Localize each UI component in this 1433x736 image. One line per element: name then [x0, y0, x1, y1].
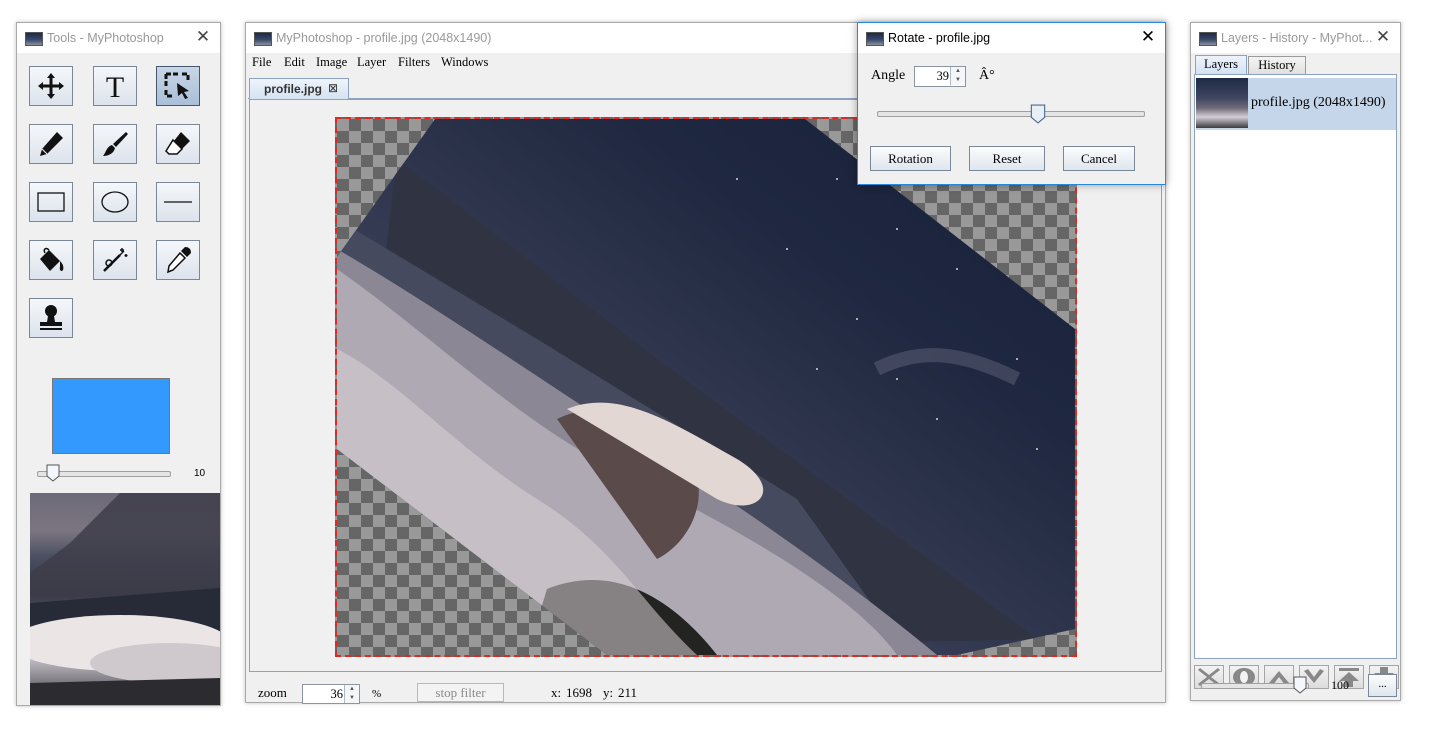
zoom-value: 36 — [330, 687, 344, 701]
tab-label: profile.jpg — [264, 82, 322, 96]
pencil-icon — [40, 132, 63, 156]
zoom-spinner[interactable]: 36 ▲ ▼ — [302, 684, 360, 704]
text-icon: T — [106, 71, 124, 101]
y-coord-value: 211 — [618, 685, 638, 700]
opacity-slider-thumb[interactable] — [1293, 676, 1307, 694]
spinner-down-icon[interactable]: ▼ — [345, 694, 359, 703]
spinner-up-icon[interactable]: ▲ — [345, 685, 359, 694]
menu-image[interactable]: Image — [316, 55, 347, 70]
y-coord-label: y: — [603, 685, 614, 700]
layer-row[interactable]: profile.jpg (2048x1490) — [1196, 78, 1396, 130]
app-icon — [254, 32, 272, 46]
rectangle-tool-button[interactable] — [29, 182, 73, 222]
menu-filters[interactable]: Filters — [398, 55, 430, 70]
layer-thumbnail — [1196, 78, 1248, 128]
close-icon[interactable]: ✕ — [1139, 28, 1157, 46]
angle-spinner-arrows[interactable]: ▲ ▼ — [950, 67, 965, 85]
app-icon — [25, 32, 43, 46]
move-icon — [38, 73, 64, 99]
tools-titlebar[interactable]: Tools - MyPhotoshop ✕ — [17, 23, 220, 53]
tab-layers-label: Layers — [1203, 57, 1238, 71]
angle-unit: Â° — [979, 68, 995, 83]
x-coord-label: x: — [551, 685, 562, 700]
rotate-dialog-title: Rotate - profile.jpg — [888, 31, 991, 45]
brush-size-slider-thumb[interactable] — [46, 464, 60, 482]
tab-history[interactable]: History — [1248, 56, 1306, 74]
brush-size-value: 10 — [194, 468, 206, 479]
line-tool-button[interactable] — [156, 182, 200, 222]
angle-spinner[interactable]: 39 ▲ ▼ — [914, 66, 966, 87]
zoom-spinner-arrows[interactable]: ▲ ▼ — [344, 685, 359, 703]
rotate-titlebar[interactable]: Rotate - profile.jpg ✕ — [858, 23, 1165, 53]
layers-titlebar[interactable]: Layers - History - MyPhot... ✕ — [1191, 23, 1400, 53]
reset-button[interactable]: Reset — [969, 146, 1045, 171]
angle-label: Angle — [871, 68, 906, 83]
layers-window-title: Layers - History - MyPhot... — [1221, 31, 1373, 45]
brush-tool-button[interactable] — [93, 124, 137, 164]
fill-tool-button[interactable] — [29, 240, 73, 280]
zoom-unit: % — [372, 688, 382, 700]
tab-history-label: History — [1258, 58, 1296, 72]
magic-wand-icon — [103, 248, 128, 272]
stamp-tool-button[interactable] — [29, 298, 73, 338]
tab-profile[interactable]: profile.jpg ⊠ — [249, 78, 349, 100]
main-window-title: MyPhotoshop - profile.jpg (2048x1490) — [276, 31, 492, 45]
ellipse-tool-button[interactable] — [93, 182, 137, 222]
menu-windows[interactable]: Windows — [441, 55, 488, 70]
tools-window-title: Tools - MyPhotoshop — [47, 31, 164, 45]
select-tool-button[interactable] — [156, 66, 200, 106]
tab-close-icon[interactable]: ⊠ — [328, 81, 338, 95]
opacity-value: 100 — [1331, 678, 1349, 692]
app-icon — [866, 32, 884, 46]
pencil-tool-button[interactable] — [29, 124, 73, 164]
eraser-tool-button[interactable] — [156, 124, 200, 164]
menu-edit[interactable]: Edit — [284, 55, 305, 70]
zoom-label: zoom — [258, 685, 287, 700]
rotated-image — [337, 119, 1075, 655]
stop-filter-button[interactable]: stop filter — [417, 683, 504, 702]
menu-layer[interactable]: Layer — [357, 55, 386, 70]
move-tool-button[interactable] — [29, 66, 73, 106]
angle-value: 39 — [936, 69, 950, 83]
rotate-dialog: Rotate - profile.jpg ✕ Angle 39 ▲ ▼ Â° Ro… — [857, 22, 1166, 185]
ellipse-icon — [101, 191, 129, 213]
svg-text:T: T — [106, 71, 124, 101]
eyedropper-icon — [167, 247, 191, 274]
spinner-down-icon[interactable]: ▼ — [951, 76, 965, 85]
navigator-image — [30, 493, 220, 705]
image-canvas[interactable] — [335, 117, 1077, 657]
tab-layers[interactable]: Layers — [1195, 55, 1247, 74]
layers-window: Layers - History - MyPhot... ✕ Layers Hi… — [1190, 22, 1401, 701]
fill-bucket-icon — [40, 247, 64, 271]
cancel-button[interactable]: Cancel — [1063, 146, 1135, 171]
rectangle-icon — [37, 192, 65, 212]
angle-slider-thumb[interactable] — [1030, 104, 1046, 124]
close-icon[interactable]: ✕ — [194, 28, 212, 46]
angle-slider-track[interactable] — [877, 111, 1145, 117]
eyedropper-tool-button[interactable] — [156, 240, 200, 280]
layers-list: profile.jpg (2048x1490) — [1194, 74, 1397, 659]
stamp-icon — [40, 305, 62, 330]
rotation-button[interactable]: Rotation — [870, 146, 951, 171]
layer-options-button[interactable]: ... — [1368, 674, 1397, 697]
app-icon — [1199, 32, 1217, 46]
primary-color-swatch[interactable] — [52, 378, 170, 454]
layer-name: profile.jpg (2048x1490) — [1251, 95, 1386, 110]
select-icon — [164, 72, 190, 99]
brush-icon — [103, 132, 128, 156]
close-icon[interactable]: ✕ — [1374, 28, 1392, 46]
menu-file[interactable]: File — [252, 55, 271, 70]
tools-window: Tools - MyPhotoshop ✕ T 10 — [16, 22, 221, 706]
eraser-icon — [165, 132, 190, 155]
navigator-preview — [30, 493, 220, 705]
text-tool-button[interactable]: T — [93, 66, 137, 106]
spinner-up-icon[interactable]: ▲ — [951, 67, 965, 76]
x-coord-value: 1698 — [566, 685, 592, 700]
magic-wand-tool-button[interactable] — [93, 240, 137, 280]
line-icon — [164, 201, 192, 203]
